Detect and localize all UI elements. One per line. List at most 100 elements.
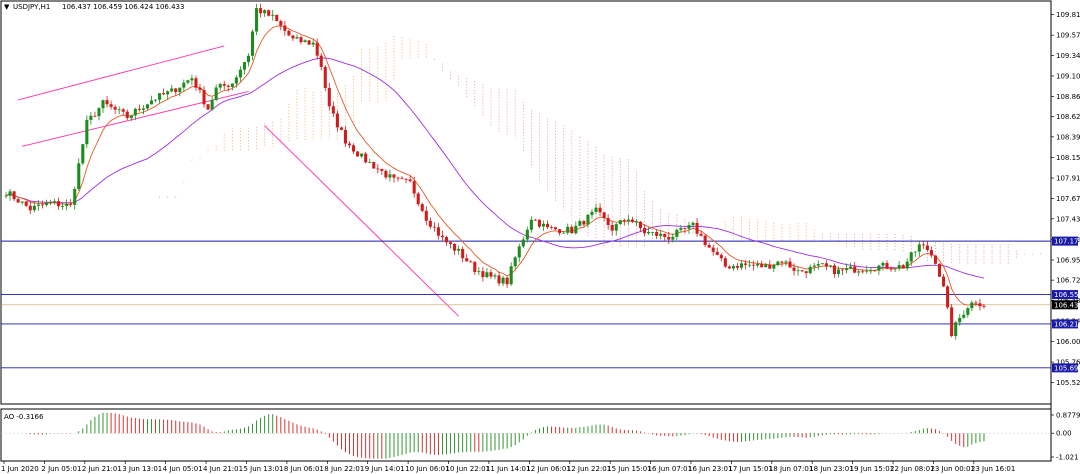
candle-body bbox=[259, 8, 263, 14]
candle-body bbox=[719, 254, 723, 259]
candle-body bbox=[727, 266, 731, 269]
candle-body bbox=[982, 306, 986, 307]
candle-body bbox=[970, 302, 974, 309]
candle-body bbox=[485, 272, 489, 278]
candle-body bbox=[687, 225, 691, 229]
candle-body bbox=[942, 276, 946, 287]
price-tick-label: 106.005 bbox=[1056, 338, 1080, 346]
candle-body bbox=[436, 227, 440, 236]
time-tick-label: 15 Jun 15:01 bbox=[607, 465, 651, 473]
candle-body bbox=[267, 10, 271, 16]
candle-body bbox=[869, 270, 873, 272]
candle-body bbox=[562, 232, 566, 234]
candle-body bbox=[691, 222, 695, 226]
time-tick-label: 17 Jun 15:01 bbox=[728, 465, 772, 473]
candle-body bbox=[966, 308, 970, 315]
candle-body bbox=[242, 62, 246, 70]
time-tick-label: 11 Jun 14:01 bbox=[486, 465, 530, 473]
candle-body bbox=[812, 265, 816, 267]
candle-body bbox=[89, 115, 93, 120]
candle-body bbox=[263, 10, 267, 14]
candle-body bbox=[384, 170, 388, 178]
time-tick-label: 4 Jun 05:01 bbox=[163, 465, 203, 473]
candle-body bbox=[974, 302, 978, 304]
candle-body bbox=[804, 271, 808, 274]
candle-body bbox=[154, 99, 158, 101]
candle-body bbox=[675, 229, 679, 237]
symbol-menu-icon[interactable]: ▼ bbox=[4, 3, 10, 11]
candle-body bbox=[388, 174, 392, 178]
candle-body bbox=[61, 205, 65, 207]
candle-body bbox=[707, 245, 711, 248]
candle-body bbox=[323, 66, 327, 88]
candle-body bbox=[178, 87, 182, 93]
candle-body bbox=[784, 261, 788, 263]
candle-body bbox=[190, 78, 194, 81]
time-tick-label: 3 Jun 13:01 bbox=[122, 465, 162, 473]
candle-body bbox=[744, 263, 748, 265]
candle-body bbox=[550, 227, 554, 228]
candle-body bbox=[412, 181, 416, 194]
candle-body bbox=[606, 218, 610, 226]
candle-body bbox=[541, 223, 546, 227]
candle-body bbox=[392, 174, 396, 178]
candle-body bbox=[214, 87, 218, 100]
price-axis-ticks: 109.815 109.575 109.340 109.100 108.860 108.6… bbox=[1051, 11, 1080, 387]
candle-body bbox=[647, 232, 651, 234]
candle-body bbox=[824, 263, 828, 267]
candle-body bbox=[760, 263, 764, 268]
candle-body bbox=[81, 144, 85, 164]
time-tick-label: 9 Jun 14:01 bbox=[365, 465, 405, 473]
candle-body bbox=[594, 207, 598, 212]
candle-body bbox=[962, 314, 966, 318]
candle-body bbox=[929, 250, 933, 256]
time-tick-label: 18 Jun 23:01 bbox=[809, 465, 853, 473]
candle-body bbox=[642, 228, 647, 234]
candle-body bbox=[404, 178, 408, 180]
candle-body bbox=[845, 268, 849, 271]
candle-body bbox=[327, 87, 331, 107]
candle-body bbox=[796, 270, 800, 272]
candle-body bbox=[420, 204, 424, 211]
candle-body bbox=[125, 111, 129, 119]
price-tick-label: 108.860 bbox=[1056, 93, 1080, 101]
level-price-text: 107.175 bbox=[1054, 238, 1080, 246]
candle-body bbox=[461, 248, 465, 259]
candle-body bbox=[776, 261, 780, 265]
candle-body bbox=[376, 168, 380, 170]
candle-body bbox=[182, 82, 186, 88]
trading-chart[interactable]: 109.815 109.575 109.340 109.100 108.860 108.6… bbox=[0, 0, 1080, 474]
time-tick-label: 12 Jun 22:01 bbox=[567, 465, 611, 473]
candle-body bbox=[166, 91, 170, 95]
main-plot-area[interactable] bbox=[0, 0, 1052, 405]
candle-body bbox=[598, 207, 602, 213]
candle-body bbox=[925, 245, 929, 251]
candle-body bbox=[101, 100, 105, 109]
candle-body bbox=[44, 202, 48, 206]
ao-plot-area[interactable] bbox=[0, 408, 1052, 462]
candle-body bbox=[73, 188, 77, 205]
candle-body bbox=[638, 221, 643, 229]
price-tick-label: 108.625 bbox=[1056, 113, 1080, 121]
candle-body bbox=[121, 109, 125, 112]
candle-body bbox=[283, 25, 287, 31]
candle-body bbox=[275, 14, 279, 22]
candle-body bbox=[497, 275, 501, 284]
candle-body bbox=[424, 210, 428, 221]
candle-body bbox=[752, 264, 756, 266]
candle-body bbox=[465, 258, 469, 262]
candle-body bbox=[739, 263, 744, 268]
candle-body bbox=[877, 265, 881, 271]
time-tick-label: 5 Jun 13:01 bbox=[243, 465, 283, 473]
candle-body bbox=[8, 191, 12, 196]
candle-body bbox=[109, 104, 113, 107]
candle-body bbox=[145, 104, 149, 109]
candle-body bbox=[432, 226, 436, 228]
price-tick-label: 108.390 bbox=[1056, 133, 1080, 141]
candle-body bbox=[162, 93, 166, 95]
price-tick-label: 107.910 bbox=[1056, 175, 1080, 183]
candle-body bbox=[352, 145, 356, 152]
candle-body bbox=[748, 264, 752, 266]
candle-body bbox=[368, 162, 372, 163]
candle-body bbox=[901, 265, 905, 269]
